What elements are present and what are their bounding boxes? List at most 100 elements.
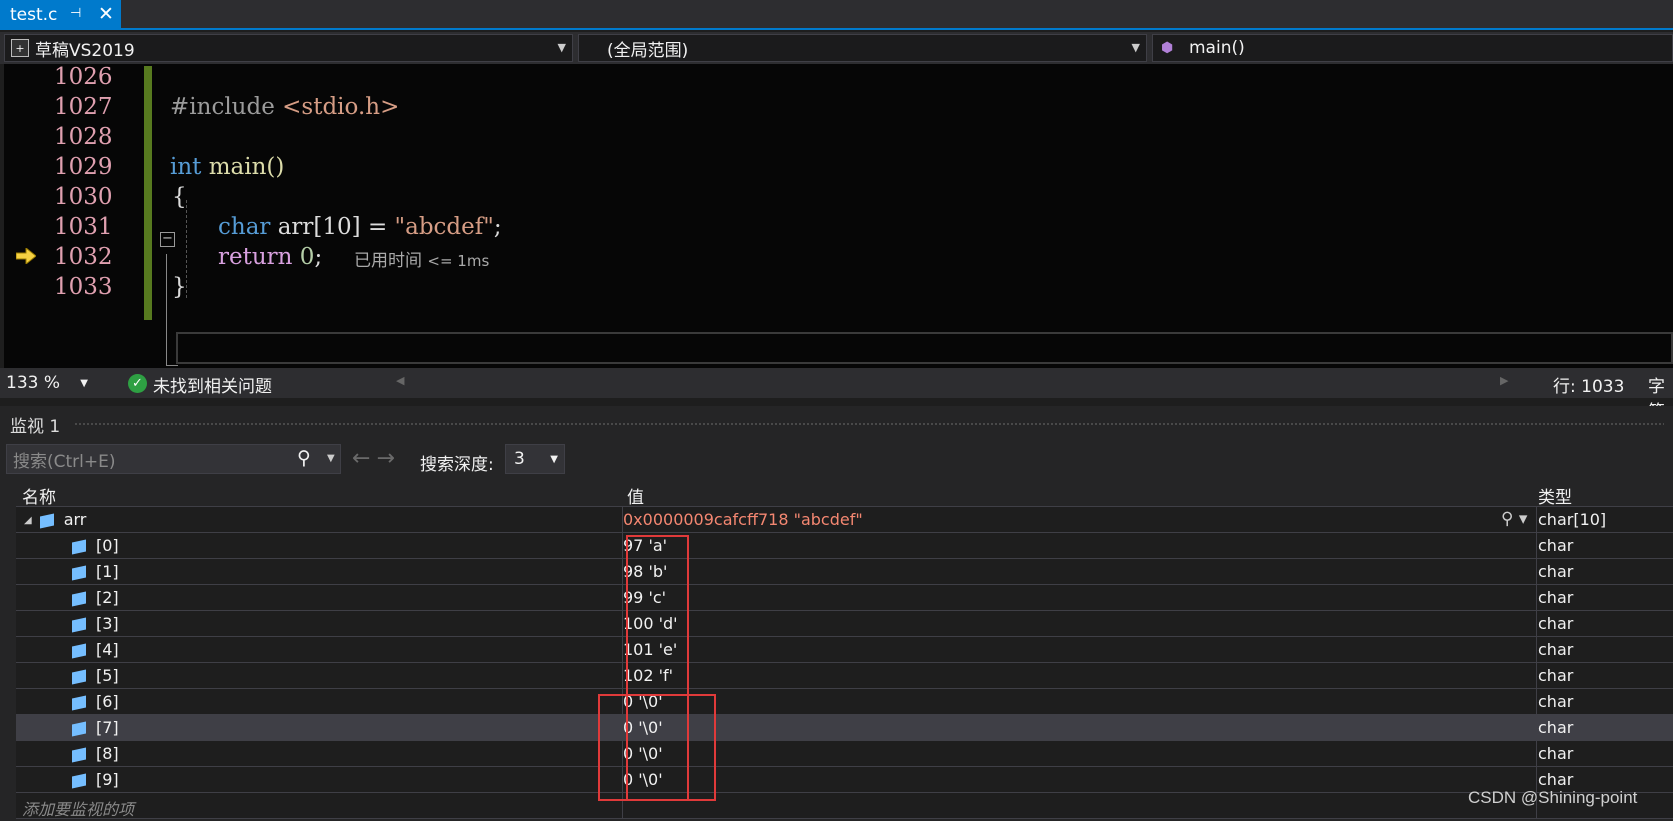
watch-row[interactable]: [9] 0 '\0' char [16, 767, 1673, 793]
change-tracking-bar [144, 66, 152, 320]
panel-title[interactable]: 监视 1 [10, 412, 60, 437]
search-icon[interactable]: ⚲ [297, 447, 311, 469]
variable-icon [72, 773, 86, 788]
variable-icon [72, 721, 86, 736]
row-type: char [1538, 692, 1574, 711]
line-number: 1031 [54, 214, 113, 240]
row-value[interactable]: 0 '\0' [623, 692, 1540, 711]
row-type: char [1538, 718, 1574, 737]
variable-icon [72, 539, 86, 554]
row-value[interactable]: 97 'a' [623, 536, 1540, 555]
line-number: 1029 [54, 154, 113, 180]
scroll-left-icon[interactable]: ◀ [396, 374, 404, 387]
document-tab-strip: test.c ⊣ ✕ [0, 0, 1673, 30]
brace-guide [166, 254, 167, 366]
project-dropdown[interactable]: + 草稿VS2019 ▼ [4, 34, 573, 62]
chevron-down-icon: ▼ [80, 377, 88, 389]
watch-row[interactable]: [3] 100 'd' char [16, 611, 1673, 637]
member-dropdown[interactable]: ⬢ main() [1152, 34, 1673, 62]
watch-row[interactable]: [1] 98 'b' char [16, 559, 1673, 585]
watch-row-root[interactable]: ◢ arr 0x0000009cafcff718 "abcdef" ⚲ ▾ cha… [16, 507, 1673, 533]
row-type: char [1538, 588, 1574, 607]
issues-status[interactable]: 未找到相关问题 [153, 372, 272, 397]
panel-grip[interactable] [74, 422, 1664, 426]
row-name: [8] [96, 744, 119, 763]
brace-guide-end [166, 365, 178, 366]
watermark: CSDN @Shining-point [1468, 788, 1638, 807]
search-depth-label: 搜索深度: [420, 455, 494, 475]
back-arrow-icon[interactable]: ← [352, 446, 376, 471]
code-line-open-brace: { [172, 184, 187, 210]
scope-dropdown[interactable]: (全局范围) ▼ [578, 34, 1147, 62]
row-name: [6] [96, 692, 119, 711]
search-depth-dropdown[interactable]: 3 ▼ [505, 444, 565, 474]
variable-icon [72, 747, 86, 762]
row-value[interactable]: 0 '\0' [623, 718, 1540, 737]
row-value[interactable]: 0 '\0' [623, 744, 1540, 763]
zoom-level: 133 % [6, 373, 61, 393]
line-number: 1032 [54, 244, 113, 270]
variable-icon [72, 565, 86, 580]
row-type: char [1538, 666, 1574, 685]
variable-icon [72, 617, 86, 632]
project-icon: + [11, 39, 29, 57]
variable-icon [72, 591, 86, 606]
watch-row[interactable]: [8] 0 '\0' char [16, 741, 1673, 767]
row-type: char [1538, 562, 1574, 581]
row-type: char [1538, 770, 1574, 789]
row-type: char [1538, 744, 1574, 763]
watch-row[interactable]: [0] 97 'a' char [16, 533, 1673, 559]
watch-row[interactable]: [5] 102 'f' char [16, 663, 1673, 689]
line-position: 行: 1033 [1553, 377, 1625, 397]
row-value[interactable]: 102 'f' [623, 666, 1540, 685]
tab-test-c[interactable]: test.c ⊣ ✕ [0, 0, 121, 30]
search-depth-value: 3 [514, 449, 525, 469]
row-value[interactable]: 0 '\0' [623, 770, 1540, 789]
line-number: 1030 [54, 184, 113, 210]
watch-row[interactable]: [6] 0 '\0' char [16, 689, 1673, 715]
search-input[interactable]: 搜索(Ctrl+E) ⚲ ▼ [6, 444, 341, 474]
perf-tip: 已用时间 <= 1ms [354, 251, 490, 271]
watch-row-selected[interactable]: [7] 0 '\0' char [16, 715, 1673, 741]
variable-icon [72, 669, 86, 684]
row-value[interactable]: 99 'c' [623, 588, 1540, 607]
search-nav[interactable]: ←→ [352, 446, 401, 471]
row-value[interactable]: 100 'd' [623, 614, 1540, 633]
watch-row[interactable]: [2] 99 'c' char [16, 585, 1673, 611]
watch-row[interactable]: [4] 101 'e' char [16, 637, 1673, 663]
row-type: char [1538, 536, 1574, 555]
pin-icon[interactable]: ⊣ [70, 6, 81, 21]
code-line-arr: char arr[10] = "abcdef"; [218, 214, 502, 240]
code-line-return: return 0; [218, 244, 323, 270]
row-name: [7] [96, 718, 119, 737]
line-number: 1027 [54, 94, 113, 120]
forward-arrow-icon[interactable]: → [376, 446, 400, 471]
collapse-icon[interactable]: − [160, 232, 175, 247]
line-number: 1033 [54, 274, 113, 300]
expand-triangle-icon[interactable]: ◢ [24, 515, 32, 526]
code-line-main: int main() [170, 154, 285, 180]
chevron-down-icon[interactable]: ▼ [327, 453, 335, 464]
row-value[interactable]: 98 'b' [623, 562, 1540, 581]
project-name: 草稿VS2019 [35, 40, 135, 61]
row-value[interactable]: 0x0000009cafcff718 "abcdef" [623, 510, 1540, 529]
add-watch-row[interactable]: 添加要监视的项 [16, 793, 1673, 819]
column-header-value[interactable]: 值 [627, 483, 644, 508]
column-header-name[interactable]: 名称 [22, 483, 56, 508]
row-name: ◢ arr [24, 510, 87, 529]
chevron-down-icon: ▼ [550, 454, 558, 465]
code-editor[interactable]: 1026 1027 1028 1029 1030 1031 1032 1033 … [4, 64, 1673, 368]
scroll-right-icon[interactable]: ▶ [1500, 374, 1508, 387]
watch-panel: 监视 1 搜索(Ctrl+E) ⚲ ▼ ←→ 搜索深度: 3 ▼ 名称 值 类型… [0, 406, 1673, 821]
variable-icon [39, 513, 54, 528]
row-value[interactable]: 101 'e' [623, 640, 1540, 659]
row-name: [9] [96, 770, 119, 789]
row-name: [2] [96, 588, 119, 607]
scope-name: (全局范围) [607, 40, 689, 61]
magnifier-icon[interactable]: ⚲ ▾ [1501, 509, 1527, 529]
close-icon[interactable]: ✕ [98, 3, 114, 25]
zoom-dropdown[interactable]: 133 % ▼ [6, 370, 92, 396]
column-header-type[interactable]: 类型 [1538, 483, 1572, 508]
check-icon[interactable]: ✓ [128, 374, 147, 393]
grid-header: 名称 值 类型 [16, 481, 1673, 508]
